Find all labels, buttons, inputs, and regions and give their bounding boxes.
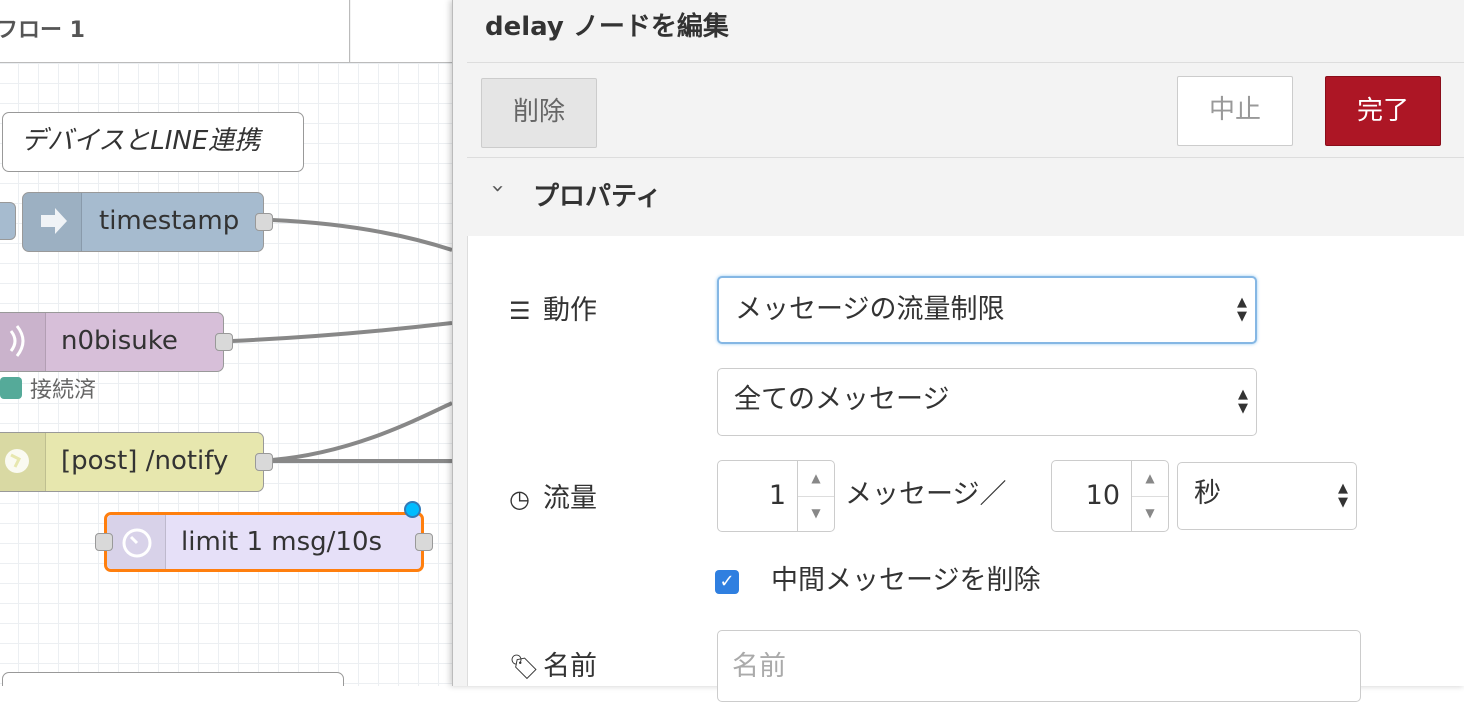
tray-header: delay ノードを編集	[467, 0, 1464, 63]
wire-http-in-a[interactable]	[271, 401, 452, 462]
scope-select[interactable]: 全てのメッセージ ▲ ▼	[717, 368, 1257, 436]
rate-label: 流量	[543, 483, 597, 514]
output-port[interactable]	[255, 453, 273, 471]
delay-node-label: limit 1 msg/10s	[181, 527, 383, 557]
broadcast-icon	[0, 313, 46, 371]
select-arrows-icon: ▲ ▼	[1238, 387, 1248, 416]
n0bisuke-node[interactable]: n0bisuke	[0, 312, 233, 372]
wire-n0bisuke[interactable]	[231, 321, 452, 343]
tab-bar-empty-space	[351, 0, 452, 62]
name-input[interactable]	[717, 630, 1361, 702]
output-port[interactable]	[215, 333, 233, 351]
tray-toolbar: 削除 中止 完了	[467, 63, 1464, 158]
action-select[interactable]: メッセージの流量制限 ▲ ▼	[717, 276, 1257, 344]
cancel-button[interactable]: 中止	[1177, 76, 1293, 146]
node-changed-indicator	[404, 501, 421, 518]
status-connected-icon	[0, 377, 22, 399]
tray-title: delay ノードを編集	[485, 12, 729, 42]
n0bisuke-status: 接続済	[30, 378, 97, 403]
timestamp-node-label: timestamp	[99, 206, 240, 236]
rate-count-spinner[interactable]: 1 ▲ ▼	[717, 460, 835, 532]
timestamp-inject-node[interactable]: timestamp	[22, 192, 273, 252]
spinner-down-icon[interactable]: ▼	[1132, 496, 1168, 531]
rate-units-select[interactable]: 秒 ▲ ▼	[1177, 462, 1357, 530]
flow-tab-bar: フロー 1	[0, 0, 452, 63]
rate-count-value: 1	[768, 480, 786, 511]
delay-node[interactable]: limit 1 msg/10s	[95, 512, 433, 572]
action-label-row: ☰ 動作	[509, 288, 597, 327]
scope-select-value: 全てのメッセージ	[734, 384, 950, 415]
section-title: プロパティ	[533, 182, 662, 212]
comment-node[interactable]: デバイスとLINE連携	[2, 112, 304, 172]
arrow-right-icon	[23, 193, 82, 251]
output-port[interactable]	[255, 213, 273, 231]
output-port[interactable]	[415, 533, 433, 551]
rate-separator-label: メッセージ／	[845, 479, 1007, 510]
list-icon: ☰	[509, 297, 531, 325]
http-in-node[interactable]: [post] /notify	[0, 432, 273, 492]
tray-resize-handle[interactable]	[453, 0, 468, 686]
rate-label-row: ◷ 流量	[509, 476, 597, 515]
spinner-buttons: ▲ ▼	[1131, 461, 1168, 531]
tag-icon: 🏷	[509, 653, 540, 681]
spinner-down-icon[interactable]: ▼	[798, 496, 834, 531]
tab-flow-1[interactable]: フロー 1	[0, 0, 350, 62]
wire-timestamp[interactable]	[271, 218, 452, 252]
globe-icon	[0, 433, 46, 491]
delete-button[interactable]: 削除	[481, 78, 597, 148]
spinner-up-icon[interactable]: ▲	[798, 461, 834, 497]
drop-intermediate-checkbox[interactable]: ✓	[715, 570, 739, 594]
action-label: 動作	[543, 295, 597, 326]
input-port[interactable]	[95, 533, 113, 551]
clock-icon: ◷	[509, 485, 530, 513]
chevron-down-icon: ›	[484, 184, 510, 193]
partial-node-bottom[interactable]	[2, 672, 344, 686]
node-edit-tray: delay ノードを編集 削除 中止 完了 › プロパティ ☰ 動作 メッセージの…	[452, 0, 1464, 702]
comment-node-label: デバイスとLINE連携	[21, 126, 261, 156]
timer-icon	[107, 515, 166, 569]
rate-period-value: 10	[1085, 480, 1120, 511]
spinner-up-icon[interactable]: ▲	[1132, 461, 1168, 497]
spinner-buttons: ▲ ▼	[797, 461, 834, 531]
http-in-node-label: [post] /notify	[61, 446, 229, 476]
done-button[interactable]: 完了	[1325, 76, 1441, 146]
properties-section-header[interactable]: › プロパティ	[467, 158, 1464, 236]
action-select-value: メッセージの流量制限	[735, 294, 1005, 325]
rate-period-spinner[interactable]: 10 ▲ ▼	[1051, 460, 1169, 532]
rate-units-value: 秒	[1194, 478, 1221, 509]
partial-node[interactable]	[0, 202, 16, 240]
name-label-row: 🏷 名前	[509, 644, 597, 683]
name-label: 名前	[543, 651, 597, 682]
select-arrows-icon: ▲ ▼	[1237, 295, 1247, 324]
drop-intermediate-label: 中間メッセージを削除	[771, 565, 1041, 596]
n0bisuke-node-label: n0bisuke	[61, 326, 178, 356]
flow-tab-label: フロー 1	[0, 18, 85, 43]
select-arrows-icon: ▲ ▼	[1338, 481, 1348, 510]
flow-canvas[interactable]: フロー 1 デバイスとLINE連携 timestamp n0bisuke 接続済	[0, 0, 452, 686]
